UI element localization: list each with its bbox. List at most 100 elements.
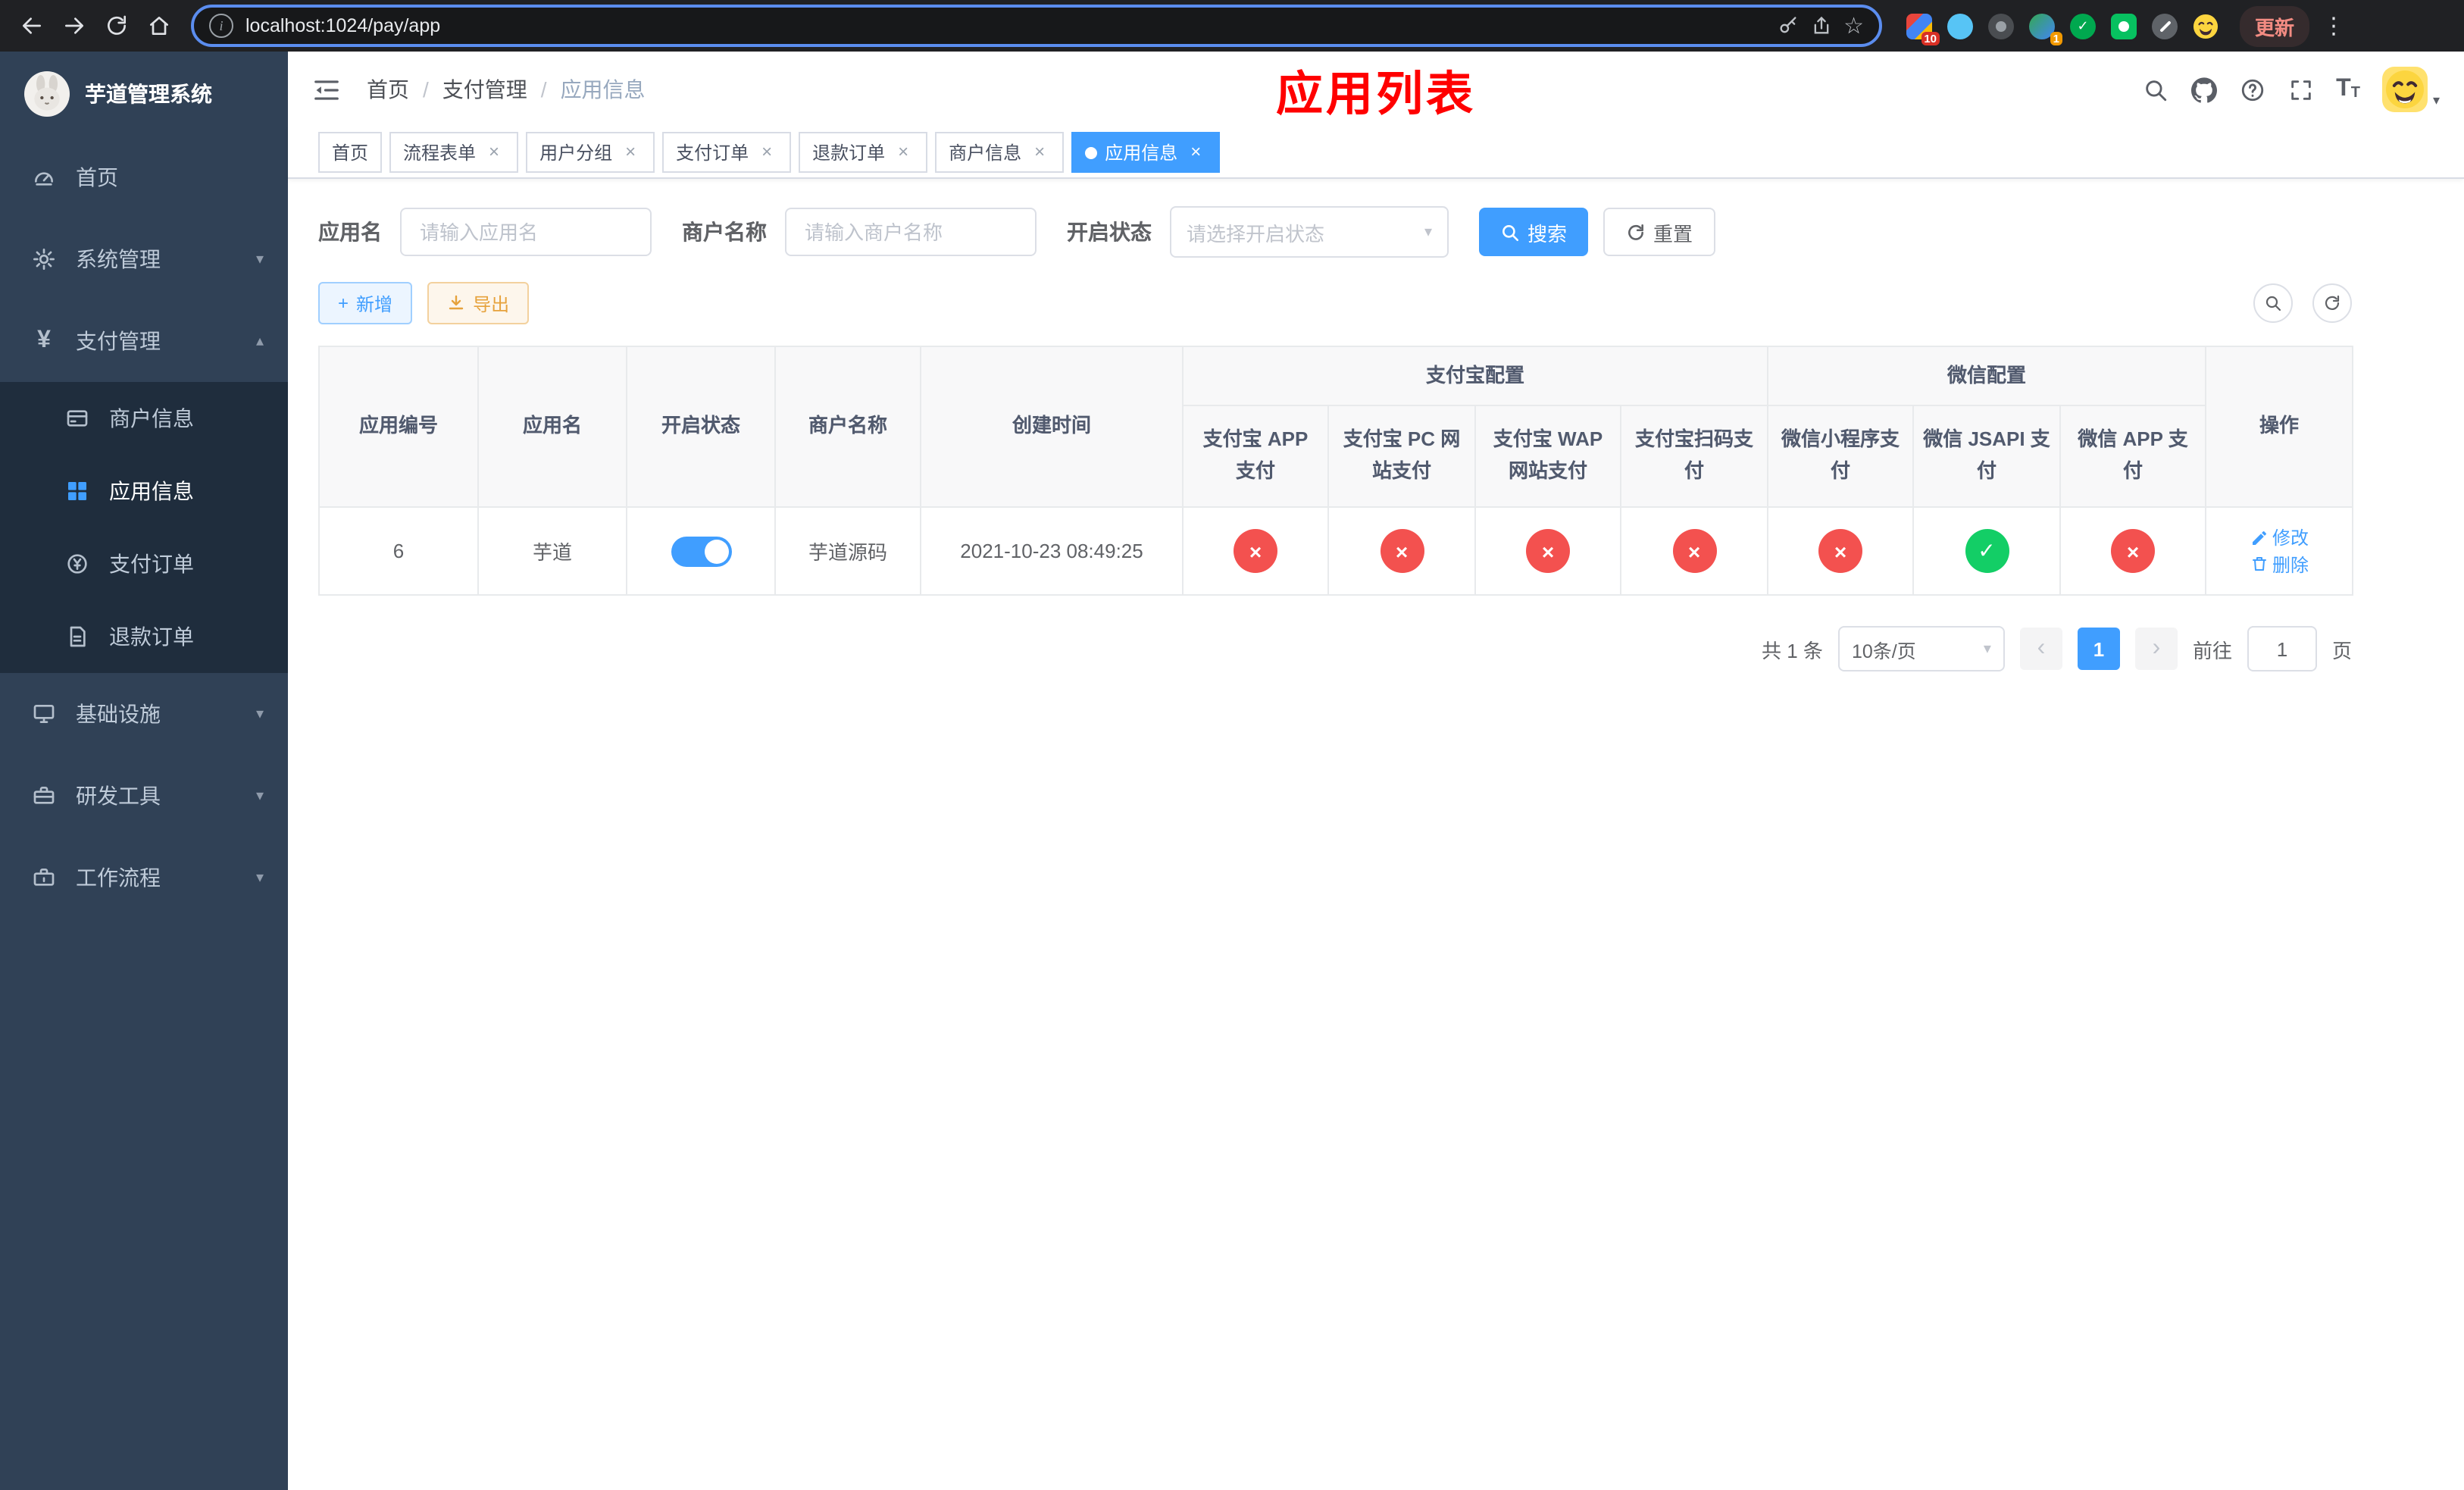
breadcrumb-item[interactable]: 支付管理 bbox=[442, 74, 527, 105]
toggle-search-button[interactable] bbox=[2253, 283, 2293, 323]
col-header-wechat-jsapi: 微信 JSAPI 支付 bbox=[1912, 405, 2062, 508]
tags-view: 首页 流程表单 × 用户分组 × 支付订单 × 退款订单 × 商户信息 × 应用… bbox=[288, 127, 2464, 179]
tab-refund-order[interactable]: 退款订单 × bbox=[799, 132, 928, 173]
extension-icon[interactable]: 1 bbox=[2029, 13, 2062, 45]
browser-menu-icon[interactable]: ⋮ bbox=[2319, 12, 2349, 39]
user-menu[interactable]: ▾ bbox=[2382, 67, 2440, 112]
tab-app-info-active[interactable]: 应用信息 × bbox=[1071, 132, 1221, 173]
tab-label: 应用信息 bbox=[1105, 142, 1178, 164]
password-key-icon[interactable] bbox=[1777, 15, 1798, 36]
cell-id: 6 bbox=[318, 506, 479, 596]
next-page-button[interactable]: › bbox=[2134, 628, 2178, 670]
cell-created: 2021-10-23 08:49:25 bbox=[920, 506, 1184, 596]
prev-page-button[interactable]: ‹ bbox=[2019, 628, 2062, 670]
fullscreen-icon[interactable] bbox=[2287, 77, 2313, 102]
status-badge-wechat-mini: × bbox=[1818, 529, 1863, 573]
bookmark-star-icon[interactable]: ☆ bbox=[1843, 14, 1864, 37]
breadcrumb-item[interactable]: 首页 bbox=[367, 74, 409, 105]
reset-button[interactable]: 重置 bbox=[1603, 208, 1716, 256]
sidebar-item-home[interactable]: 首页 bbox=[0, 136, 288, 218]
close-icon[interactable]: × bbox=[756, 141, 777, 163]
app-name-input[interactable] bbox=[400, 208, 652, 256]
home-icon[interactable] bbox=[139, 6, 179, 45]
close-icon[interactable]: × bbox=[1029, 141, 1050, 163]
tab-user-group[interactable]: 用户分组 × bbox=[526, 132, 655, 173]
close-icon[interactable]: × bbox=[620, 141, 641, 163]
extension-icon[interactable] bbox=[2111, 13, 2137, 39]
github-icon[interactable] bbox=[2190, 77, 2217, 102]
sidebar-item-pay-order[interactable]: 支付订单 bbox=[0, 527, 288, 600]
close-icon[interactable]: × bbox=[893, 141, 914, 163]
site-info-icon[interactable]: i bbox=[209, 14, 233, 38]
tab-pay-order[interactable]: 支付订单 × bbox=[662, 132, 792, 173]
col-header-created: 创建时间 bbox=[920, 346, 1184, 508]
reload-icon[interactable] bbox=[97, 6, 136, 45]
sidebar-item-app-info[interactable]: 应用信息 bbox=[0, 455, 288, 527]
extension-icon[interactable]: ✓ bbox=[2070, 13, 2096, 39]
app-logo[interactable]: 芋道管理系统 bbox=[0, 52, 288, 136]
sidebar-item-refund-order[interactable]: 退款订单 bbox=[0, 600, 288, 673]
sidebar-item-merchant-info[interactable]: 商户信息 bbox=[0, 382, 288, 455]
page-size-select[interactable]: 10条/页 ▾ bbox=[1837, 626, 2005, 671]
extension-icon[interactable] bbox=[1988, 13, 2014, 39]
top-navbar: 首页 / 支付管理 / 应用信息 应用列表 T T ▾ bbox=[288, 52, 2464, 127]
close-icon[interactable]: × bbox=[1185, 141, 1206, 163]
search-icon[interactable] bbox=[2142, 77, 2168, 102]
extension-icon[interactable] bbox=[1947, 13, 1973, 39]
sidebar-item-label: 系统管理 bbox=[76, 247, 161, 271]
extension-icon[interactable]: 10 bbox=[1906, 13, 1940, 45]
merchant-name-label: 商户名称 bbox=[682, 220, 767, 244]
sidebar-item-label: 工作流程 bbox=[76, 866, 161, 890]
current-page-button[interactable]: 1 bbox=[2077, 628, 2120, 670]
close-icon[interactable]: × bbox=[483, 141, 505, 163]
check-glyph: ✓ bbox=[2077, 17, 2089, 33]
sidebar-menu: 首页 系统管理 ▾ ¥ 支付管理 ▴ 商户信息 应用信息 支付订单 退款订单 基… bbox=[0, 136, 288, 919]
navbar-actions: TT ▾ bbox=[2142, 67, 2440, 112]
back-icon[interactable] bbox=[12, 6, 52, 45]
search-button[interactable]: 搜索 bbox=[1479, 208, 1589, 256]
gear-icon bbox=[30, 246, 58, 273]
sidebar-item-workflow[interactable]: 工作流程 ▾ bbox=[0, 837, 288, 919]
pin-extension-icon[interactable] bbox=[2152, 13, 2178, 39]
tab-process-form[interactable]: 流程表单 × bbox=[389, 132, 519, 173]
refresh-button[interactable] bbox=[2312, 283, 2352, 323]
sidebar-item-payment[interactable]: ¥ 支付管理 ▴ bbox=[0, 300, 288, 382]
merchant-name-input[interactable] bbox=[785, 208, 1037, 256]
tab-label: 用户分组 bbox=[539, 142, 613, 164]
emoji-extension-icon[interactable] bbox=[2193, 13, 2219, 39]
table-row: 6 芋道 芋道源码 2021-10-23 08:49:25 × × × × × … bbox=[318, 506, 2354, 596]
help-icon[interactable] bbox=[2239, 77, 2265, 102]
pin-glyph bbox=[2159, 20, 2171, 32]
collapse-sidebar-icon[interactable] bbox=[312, 74, 342, 105]
col-group-alipay: 支付宝配置 bbox=[1181, 346, 1769, 406]
status-select[interactable]: 请选择开启状态 ▾ bbox=[1170, 206, 1449, 258]
tab-home[interactable]: 首页 bbox=[318, 132, 383, 173]
cell-name: 芋道 bbox=[477, 506, 627, 596]
extension-badge: 1 bbox=[2050, 31, 2062, 45]
forward-icon[interactable] bbox=[55, 6, 94, 45]
font-size-icon[interactable]: TT bbox=[2336, 77, 2360, 102]
chevron-up-icon: ▴ bbox=[255, 333, 264, 349]
goto-prefix: 前往 bbox=[2192, 639, 2232, 662]
delete-link[interactable]: 删除 bbox=[2250, 551, 2309, 577]
sidebar-item-dev-tools[interactable]: 研发工具 ▾ bbox=[0, 755, 288, 837]
tab-merchant-info[interactable]: 商户信息 × bbox=[935, 132, 1065, 173]
monitor-icon bbox=[30, 700, 58, 728]
sidebar-item-infrastructure[interactable]: 基础设施 ▾ bbox=[0, 673, 288, 755]
goto-page-input[interactable] bbox=[2247, 626, 2317, 671]
url-text: localhost:1024/pay/app bbox=[245, 15, 441, 36]
address-bar[interactable]: i localhost:1024/pay/app ☆ bbox=[191, 5, 1882, 47]
share-icon[interactable] bbox=[1810, 15, 1831, 36]
add-button[interactable]: + 新增 bbox=[318, 282, 413, 324]
export-button[interactable]: 导出 bbox=[427, 282, 530, 324]
browser-update-button[interactable]: 更新 bbox=[2240, 5, 2310, 46]
pagination: 共 1 条 10条/页 ▾ ‹ 1 › 前往 页 bbox=[318, 626, 2352, 671]
edit-link[interactable]: 修改 bbox=[2250, 524, 2309, 550]
toolbox-icon bbox=[30, 782, 58, 809]
sidebar-item-system[interactable]: 系统管理 ▾ bbox=[0, 218, 288, 300]
delete-link-label: 删除 bbox=[2272, 554, 2309, 575]
sidebar-item-label: 支付管理 bbox=[76, 329, 161, 353]
col-header-alipay-wap: 支付宝 WAP 网站支付 bbox=[1474, 405, 1621, 508]
breadcrumb-separator: / bbox=[423, 77, 429, 102]
status-toggle[interactable] bbox=[671, 536, 731, 566]
